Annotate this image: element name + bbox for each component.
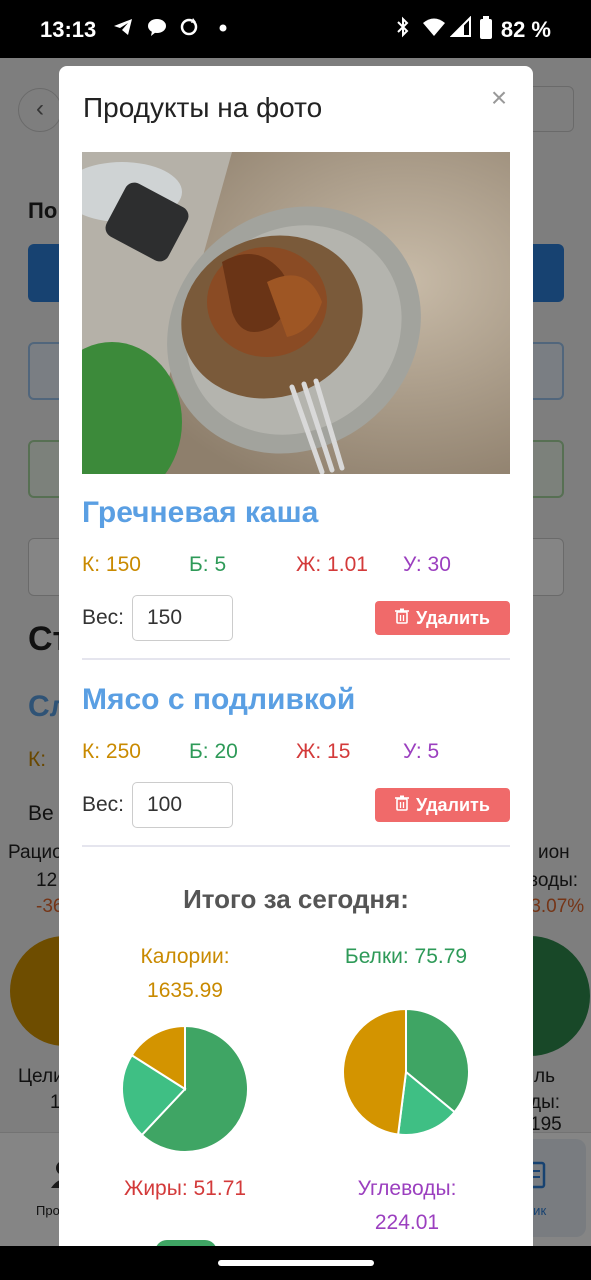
weight-label: Вес: bbox=[82, 793, 125, 816]
modal-title: Продукты на фото bbox=[83, 92, 323, 123]
signal-icon bbox=[449, 15, 472, 44]
bluetooth-icon bbox=[394, 16, 412, 44]
product-protein: Б: 5 bbox=[189, 553, 227, 576]
protein-pie-chart bbox=[342, 1007, 470, 1136]
summary-carbs: Углеводы: 224.01 bbox=[337, 1172, 477, 1240]
divider bbox=[82, 845, 510, 847]
trash-icon bbox=[395, 795, 410, 816]
delete-label: Удалить bbox=[416, 794, 490, 815]
chat-bubble-icon bbox=[146, 16, 168, 44]
home-pill[interactable] bbox=[218, 1260, 374, 1266]
product-calories: К: 250 bbox=[82, 740, 141, 763]
status-time: 13:13 bbox=[40, 17, 97, 42]
calories-value: 1635.99 bbox=[147, 979, 223, 1002]
product-name: Мясо с подливкой bbox=[82, 683, 356, 716]
wifi-icon bbox=[422, 16, 446, 44]
battery-icon bbox=[479, 16, 493, 46]
system-nav-bar bbox=[0, 1246, 591, 1280]
product-fat: Ж: 1.01 bbox=[296, 553, 368, 576]
trash-icon bbox=[395, 608, 410, 629]
product-carbs: У: 30 bbox=[403, 553, 451, 576]
delete-button[interactable]: Удалить bbox=[375, 788, 510, 822]
calories-pie-chart bbox=[121, 1024, 249, 1153]
product-name: Гречневая каша bbox=[82, 496, 319, 529]
close-icon[interactable]: × bbox=[485, 84, 513, 112]
delete-button[interactable]: Удалить bbox=[375, 601, 510, 635]
weight-input[interactable] bbox=[132, 595, 233, 641]
food-photo bbox=[82, 152, 510, 474]
dot-icon bbox=[218, 16, 228, 44]
telegram-icon bbox=[112, 16, 134, 44]
summary-calories: Калории: 1635.99 bbox=[115, 940, 255, 1008]
weight-input[interactable] bbox=[132, 782, 233, 828]
pie-slice bbox=[342, 1007, 407, 1136]
summary-fat: Жиры: 51.71 bbox=[123, 1177, 247, 1200]
carbs-label: Углеводы: bbox=[357, 1177, 457, 1200]
carbs-value: 224.01 bbox=[374, 1211, 440, 1234]
calories-label: Калории: bbox=[140, 945, 230, 968]
delete-label: Удалить bbox=[416, 607, 490, 628]
product-carbs: У: 5 bbox=[403, 740, 440, 763]
divider bbox=[82, 658, 510, 660]
battery-percent: 82 % bbox=[500, 17, 551, 42]
weight-label: Вес: bbox=[82, 606, 125, 629]
summary-protein: Белки: 75.79 bbox=[344, 945, 468, 968]
product-fat: Ж: 15 bbox=[296, 740, 351, 763]
summary-title: Итого за сегодня: bbox=[183, 884, 409, 914]
sync-icon bbox=[178, 16, 200, 44]
product-protein: Б: 20 bbox=[189, 740, 238, 763]
product-calories: К: 150 bbox=[82, 553, 141, 576]
products-modal: Продукты на фото × Гречневая каша К: 150… bbox=[59, 66, 533, 1246]
status-bar: 13:13 82 % bbox=[0, 0, 591, 58]
